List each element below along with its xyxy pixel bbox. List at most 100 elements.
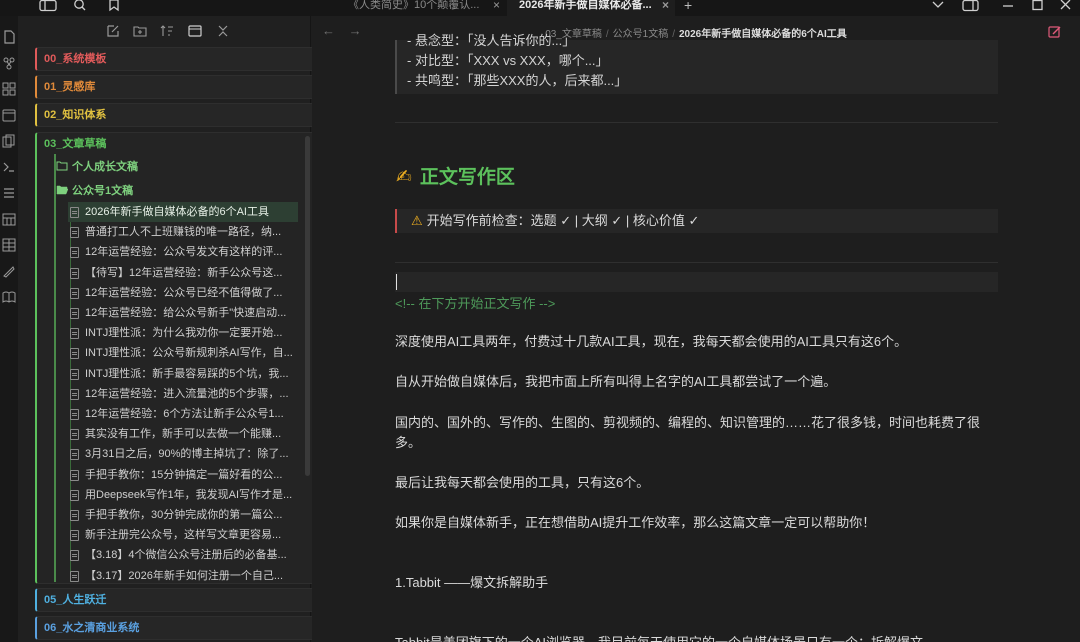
note-item[interactable]: 新手注册完公众号，这样写文章更容易... xyxy=(68,525,298,545)
note-file-icon xyxy=(70,470,79,481)
sort-icon[interactable] xyxy=(160,24,174,38)
note-item[interactable]: 用Deepseek写作1年，我发现AI写作才是... xyxy=(68,485,298,505)
folder-knowledge[interactable]: 02_知识体系 xyxy=(35,103,316,127)
note-item[interactable]: 12年运营经验：进入流量池的5个步骤，... xyxy=(68,384,298,404)
paragraph: 如果你是自媒体新手，正在想借助AI提升工作效率，那么这篇文章一定可以帮助你！ xyxy=(395,515,876,530)
collapse-icon[interactable] xyxy=(188,24,202,38)
book-icon[interactable] xyxy=(2,290,16,304)
note-item[interactable]: INTJ理性派：为什么我劝你一定要开始... xyxy=(68,323,298,343)
folder-system-template[interactable]: 00_系统模板 xyxy=(35,47,316,71)
note-label: 【待写】12年运营经验：新手公众号这... xyxy=(85,267,283,279)
note-item[interactable]: 2026年新手做自媒体必备的6个AI工具 xyxy=(68,202,298,222)
file-icon[interactable] xyxy=(2,30,16,44)
note-file-icon xyxy=(70,571,79,582)
folder-label: 05_人生跃迁 xyxy=(44,594,107,606)
close-tab-icon[interactable]: × xyxy=(493,0,500,11)
active-line[interactable] xyxy=(395,272,998,292)
folder-life-leap[interactable]: 05_人生跃迁 xyxy=(35,588,316,612)
close-window-icon[interactable] xyxy=(1058,0,1078,12)
copy-icon[interactable] xyxy=(2,134,16,148)
note-label: 新手注册完公众号，这样写文章更容易... xyxy=(85,529,282,541)
note-file-icon xyxy=(70,369,79,380)
note-item[interactable]: 【3.17】2026年新手如何注册一个自己... xyxy=(68,566,298,586)
terminal-icon[interactable] xyxy=(2,160,16,174)
paragraph: 最后让我每天都会使用的工具，只有这6个。 xyxy=(395,475,650,490)
folder-business-system[interactable]: 06_水之清商业系统 xyxy=(35,616,316,640)
folder-label: 01_灵感库 xyxy=(44,81,96,93)
new-tab-button[interactable]: + xyxy=(680,0,702,16)
note-label: 手把手教你：15分钟搞定一篇好看的公... xyxy=(85,469,283,481)
note-label: 【3.17】2026年新手如何注册一个自己... xyxy=(85,570,284,582)
note-label: INTJ理性派：新手最容易踩的5个坑，我... xyxy=(85,368,289,380)
tab-human-history[interactable]: 《人类简史》10个颠覆认... × xyxy=(336,0,506,16)
quote-block: - 悬念型：「没人告诉你的...」 - 对比型：「XXX vs XXX，哪个..… xyxy=(395,33,998,94)
note-item[interactable]: 手把手教你：15分钟搞定一篇好看的公... xyxy=(68,465,298,485)
note-file-icon xyxy=(70,207,79,218)
paragraph: Tabbit是美团旗下的一个AI浏览器，我目前每天使用它的一个自媒体场景只有一个… xyxy=(395,633,1000,642)
draw-icon[interactable] xyxy=(2,264,16,278)
note-item[interactable]: 12年运营经验：给公众号新手"快速启动... xyxy=(68,303,298,323)
note-item[interactable]: 【待写】12年运营经验：新手公众号这... xyxy=(68,263,298,283)
note-label: 2026年新手做自媒体必备的6个AI工具 xyxy=(85,206,269,218)
note-label: INTJ理性派：公众号新规刺杀AI写作，自... xyxy=(85,347,293,359)
quote-line: - 对比型：「XXX vs XXX，哪个...」 xyxy=(407,53,609,68)
writing-hand-icon: ✍ xyxy=(396,167,412,188)
paragraph: 自从开始做自媒体后，我把市面上所有叫得上名字的AI工具都尝试了一个遍。 xyxy=(395,374,837,389)
note-item[interactable]: 普通打工人不上班赚钱的唯一路径，纳... xyxy=(68,222,298,242)
quote-line: - 共鸣型：「那些XXX的人，后来都...」 xyxy=(407,73,628,88)
note-item[interactable]: 手把手教你，30分钟完成你的第一篇公... xyxy=(68,505,298,525)
folder-label: 06_水之清商业系统 xyxy=(44,622,140,634)
grid-icon[interactable] xyxy=(2,82,16,96)
list-icon[interactable] xyxy=(2,186,16,200)
note-item[interactable]: INTJ理性派：公众号新规刺杀AI写作，自... xyxy=(68,343,298,363)
maximize-icon[interactable] xyxy=(1030,0,1050,12)
folder-inspiration[interactable]: 01_灵感库 xyxy=(35,75,316,99)
file-explorer: 00_系统模板 01_灵感库 02_知识体系 03_文章草稿 05_人生跃迁 0… xyxy=(18,16,316,642)
note-item[interactable]: 其实没有工作，新手可以去做一个能赚... xyxy=(68,424,298,444)
tab-ai-tools[interactable]: 2026年新手做自媒体必备... × xyxy=(507,0,675,16)
folder-open-icon xyxy=(56,185,68,195)
note-file-icon xyxy=(70,510,79,521)
graph-icon[interactable] xyxy=(2,56,16,70)
note-item[interactable]: 3月31日之后，90%的博主掉坑了：除了... xyxy=(68,444,298,464)
explorer-toolbar xyxy=(18,16,311,44)
bookmark-icon[interactable] xyxy=(106,0,126,12)
note-file-icon xyxy=(70,409,79,420)
close-all-icon[interactable] xyxy=(216,24,230,38)
calendar-grid-icon[interactable] xyxy=(2,212,16,226)
sidebar-scrollbar[interactable] xyxy=(305,136,310,476)
ribbon xyxy=(0,16,18,642)
close-tab-icon[interactable]: × xyxy=(662,0,669,11)
subfolder-wechat-1[interactable]: 公众号1文稿 xyxy=(56,183,133,199)
warning-callout: ⚠ 开始写作前检查：选题 ✓ | 大纲 ✓ | 核心价值 ✓ xyxy=(395,209,998,233)
note-file-icon xyxy=(70,247,79,258)
tab-bar: 《人类简史》10个颠覆认... × 2026年新手做自媒体必备... × + xyxy=(0,0,1080,16)
text-caret xyxy=(396,274,397,290)
new-note-icon[interactable] xyxy=(106,24,120,38)
subfolder-personal-growth[interactable]: 个人成长文稿 xyxy=(56,159,138,175)
note-label: INTJ理性派：为什么我劝你一定要开始... xyxy=(85,327,283,339)
table-icon[interactable] xyxy=(2,238,16,252)
chevron-down-icon[interactable] xyxy=(930,0,950,12)
tree-guide xyxy=(54,154,56,582)
sidebar-toggle-icon[interactable] xyxy=(38,0,58,12)
note-item[interactable]: 12年运营经验：公众号已经不值得做了... xyxy=(68,283,298,303)
right-sidebar-icon[interactable] xyxy=(962,0,982,12)
note-item[interactable]: 12年运营经验：6个方法让新手公众号1... xyxy=(68,404,298,424)
note-label: 其实没有工作，新手可以去做一个能赚... xyxy=(85,428,282,440)
note-label: 用Deepseek写作1年，我发现AI写作才是... xyxy=(85,489,293,501)
calendar-icon[interactable] xyxy=(2,108,16,122)
note-label: 12年运营经验：进入流量池的5个步骤，... xyxy=(85,388,289,400)
note-label: 3月31日之后，90%的博主掉坑了：除了... xyxy=(85,448,289,460)
new-folder-icon[interactable] xyxy=(133,24,147,38)
note-file-icon xyxy=(70,328,79,339)
note-file-icon xyxy=(70,268,79,279)
search-icon[interactable] xyxy=(72,0,92,12)
note-item[interactable]: 【3.18】4个微信公众号注册后的必备基... xyxy=(68,545,298,565)
section-heading: ✍ 正文写作区 xyxy=(396,162,515,189)
edit-mode-icon[interactable] xyxy=(1048,25,1062,39)
note-item[interactable]: INTJ理性派：新手最容易踩的5个坑，我... xyxy=(68,364,298,384)
minimize-icon[interactable] xyxy=(1000,0,1020,12)
tab-label: 2026年新手做自媒体必备... xyxy=(519,0,652,11)
note-item[interactable]: 12年运营经验：公众号发文有这样的评... xyxy=(68,242,298,262)
